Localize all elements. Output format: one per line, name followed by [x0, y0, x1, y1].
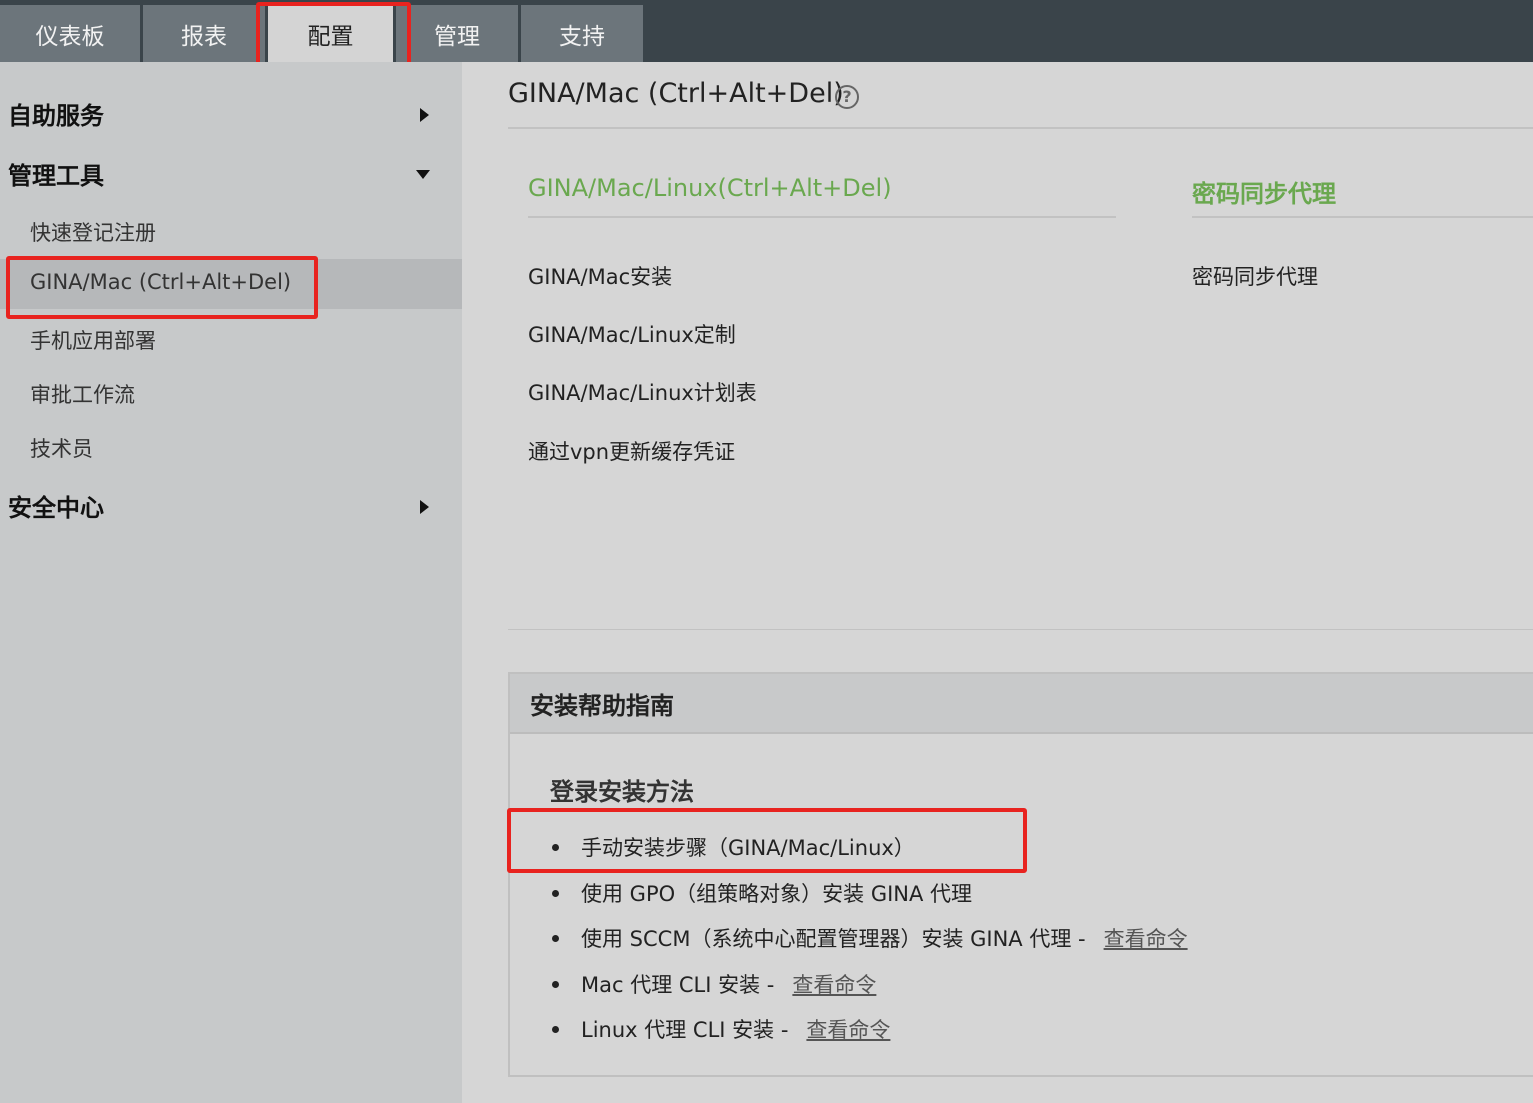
- manual-install-link[interactable]: 手动安装步骤（GINA/Mac/Linux）: [581, 832, 915, 862]
- page-title: GINA/Mac (Ctrl+Alt+Del): [508, 78, 844, 109]
- link-vpn-cached-credentials[interactable]: 通过vpn更新缓存凭证: [528, 436, 735, 466]
- install-guide-header: 安装帮助指南: [510, 674, 1533, 734]
- tab-admin[interactable]: 管理: [396, 5, 518, 62]
- sidebar-section-admin-tools[interactable]: 管理工具: [8, 156, 104, 191]
- tab-dashboard[interactable]: 仪表板: [0, 5, 140, 62]
- install-methods-subtitle: 登录安装方法: [550, 778, 694, 806]
- install-guide-panel: 安装帮助指南 登录安装方法 手动安装步骤（GINA/Mac/Linux） 使用 …: [508, 672, 1533, 1077]
- content-divider: [508, 629, 1533, 630]
- list-item[interactable]: 手动安装步骤（GINA/Mac/Linux）: [552, 832, 915, 862]
- view-command-link[interactable]: 查看命令: [1104, 923, 1188, 953]
- tab-support[interactable]: 支持: [521, 5, 643, 62]
- install-guide-title: 安装帮助指南: [530, 692, 674, 720]
- sidebar-section-security-center[interactable]: 安全中心: [8, 488, 104, 523]
- sccm-install-text: 使用 SCCM（系统中心配置管理器）安装 GINA 代理 -: [581, 927, 1086, 951]
- sidebar-item-quick-enrollment[interactable]: 快速登记注册: [30, 217, 156, 247]
- collapse-arrow-icon[interactable]: [416, 170, 430, 179]
- bullet-icon: [552, 1025, 559, 1033]
- bullet-icon: [552, 843, 559, 851]
- top-nav-bar: 仪表板 报表 配置 管理 支持: [0, 0, 1533, 62]
- mac-cli-install-text: Mac 代理 CLI 安装 -: [581, 973, 775, 997]
- link-gina-schedule[interactable]: GINA/Mac/Linux计划表: [528, 377, 757, 407]
- gina-section-heading: GINA/Mac/Linux(Ctrl+Alt+Del): [528, 174, 892, 202]
- tab-configuration[interactable]: 配置: [268, 5, 393, 62]
- view-command-link[interactable]: 查看命令: [792, 969, 876, 999]
- bullet-icon: [552, 980, 559, 988]
- tab-reports[interactable]: 报表: [143, 5, 265, 62]
- list-item: Mac 代理 CLI 安装 - 查看命令: [552, 969, 876, 999]
- view-command-link[interactable]: 查看命令: [806, 1014, 890, 1044]
- list-item[interactable]: 使用 GPO（组策略对象）安装 GINA 代理: [552, 878, 972, 908]
- list-item: Linux 代理 CLI 安装 - 查看命令: [552, 1014, 890, 1044]
- expand-arrow-icon[interactable]: [420, 500, 429, 514]
- sidebar-item-technicians[interactable]: 技术员: [30, 433, 93, 463]
- sidebar-item-gina-mac[interactable]: GINA/Mac (Ctrl+Alt+Del): [30, 270, 291, 294]
- password-sync-section-heading: 密码同步代理: [1192, 180, 1336, 208]
- expand-arrow-icon[interactable]: [420, 108, 429, 122]
- list-item: 使用 SCCM（系统中心配置管理器）安装 GINA 代理 - 查看命令: [552, 923, 1188, 953]
- sidebar-item-mobile-app-deployment[interactable]: 手机应用部署: [30, 325, 156, 355]
- help-icon[interactable]: ?: [835, 85, 859, 109]
- link-password-sync-agent[interactable]: 密码同步代理: [1192, 261, 1318, 291]
- link-gina-mac-install[interactable]: GINA/Mac安装: [528, 261, 672, 291]
- password-sync-section-divider: [1192, 216, 1533, 218]
- gpo-install-link[interactable]: 使用 GPO（组策略对象）安装 GINA 代理: [581, 878, 972, 908]
- bullet-icon: [552, 934, 559, 942]
- bullet-icon: [552, 889, 559, 897]
- link-gina-customization[interactable]: GINA/Mac/Linux定制: [528, 319, 736, 349]
- sidebar-item-approval-workflow[interactable]: 审批工作流: [30, 379, 135, 409]
- sidebar-section-self-service[interactable]: 自助服务: [8, 96, 104, 131]
- gina-section-divider: [528, 216, 1116, 218]
- title-divider: [508, 127, 1533, 129]
- linux-cli-install-text: Linux 代理 CLI 安装 -: [581, 1018, 789, 1042]
